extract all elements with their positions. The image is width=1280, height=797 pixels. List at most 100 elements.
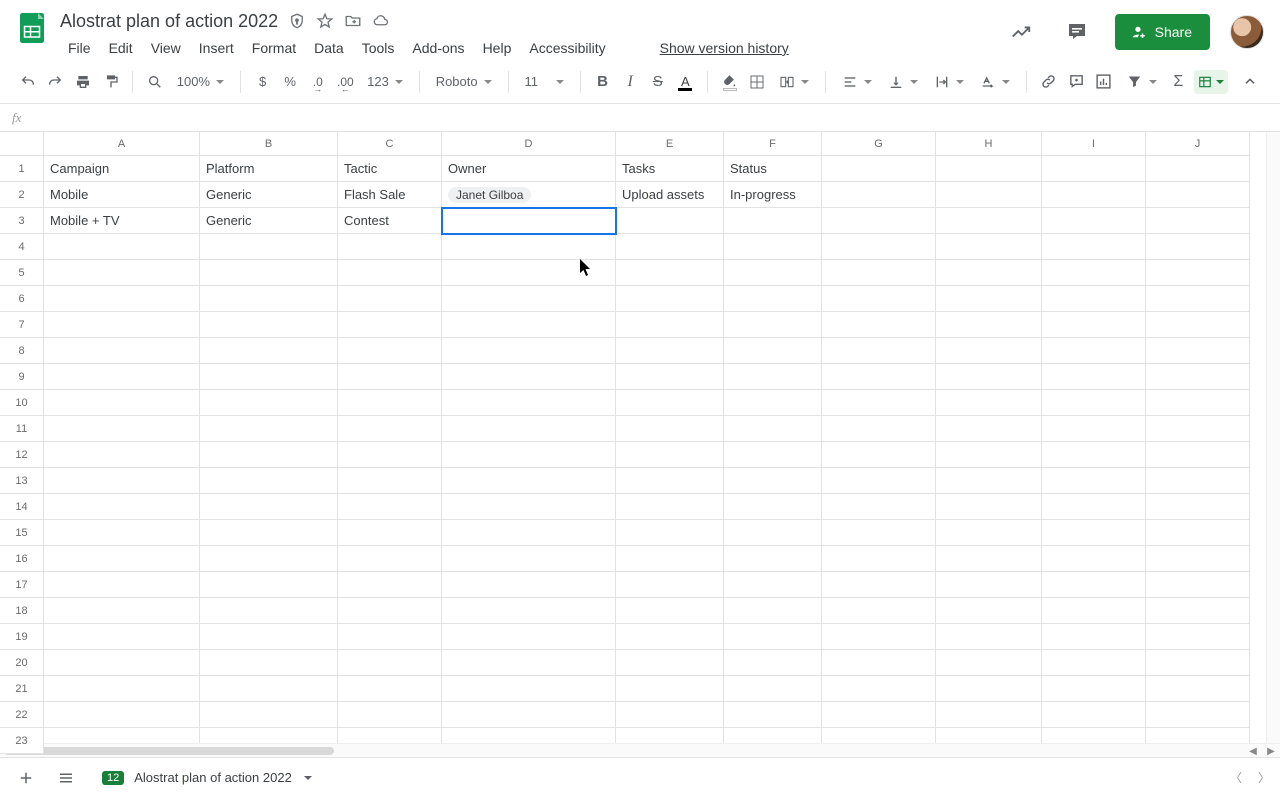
cell-J17[interactable] [1146, 572, 1250, 598]
account-avatar[interactable] [1230, 15, 1264, 49]
select-all-corner[interactable] [0, 132, 44, 156]
cell-A2[interactable]: Mobile [44, 182, 200, 208]
cell-I2[interactable] [1042, 182, 1146, 208]
doc-title[interactable]: Alostrat plan of action 2022 [60, 11, 278, 32]
cell-F22[interactable] [724, 702, 822, 728]
all-sheets-button[interactable] [50, 762, 82, 794]
cell-G2[interactable] [822, 182, 936, 208]
menu-insert[interactable]: Insert [191, 36, 242, 60]
cell-B16[interactable] [200, 546, 338, 572]
cell-F18[interactable] [724, 598, 822, 624]
row-header-18[interactable]: 18 [0, 598, 44, 624]
row-header-10[interactable]: 10 [0, 390, 44, 416]
cell-H7[interactable] [936, 312, 1042, 338]
cell-G15[interactable] [822, 520, 936, 546]
cell-I18[interactable] [1042, 598, 1146, 624]
zoom-select[interactable]: 100% [171, 74, 230, 89]
cell-D21[interactable] [442, 676, 616, 702]
cell-B15[interactable] [200, 520, 338, 546]
cell-H8[interactable] [936, 338, 1042, 364]
cell-B1[interactable]: Platform [200, 156, 338, 182]
cell-C11[interactable] [338, 416, 442, 442]
cell-J10[interactable] [1146, 390, 1250, 416]
cell-B20[interactable] [200, 650, 338, 676]
cell-J5[interactable] [1146, 260, 1250, 286]
cell-H5[interactable] [936, 260, 1042, 286]
cell-H22[interactable] [936, 702, 1042, 728]
cell-F19[interactable] [724, 624, 822, 650]
decrease-decimal-button[interactable]: .0→ [306, 68, 330, 96]
cell-C10[interactable] [338, 390, 442, 416]
cell-I13[interactable] [1042, 468, 1146, 494]
insert-link-button[interactable] [1037, 68, 1061, 96]
cell-B2[interactable]: Generic [200, 182, 338, 208]
column-header-J[interactable]: J [1146, 132, 1250, 156]
cell-A17[interactable] [44, 572, 200, 598]
cell-I8[interactable] [1042, 338, 1146, 364]
cell-B6[interactable] [200, 286, 338, 312]
cell-J7[interactable] [1146, 312, 1250, 338]
menu-edit[interactable]: Edit [101, 36, 141, 60]
cell-D17[interactable] [442, 572, 616, 598]
cell-J13[interactable] [1146, 468, 1250, 494]
cell-E10[interactable] [616, 390, 724, 416]
row-header-15[interactable]: 15 [0, 520, 44, 546]
cell-E22[interactable] [616, 702, 724, 728]
cell-A14[interactable] [44, 494, 200, 520]
column-header-F[interactable]: F [724, 132, 822, 156]
paint-format-button[interactable] [99, 68, 123, 96]
cell-E13[interactable] [616, 468, 724, 494]
cell-A11[interactable] [44, 416, 200, 442]
percent-button[interactable]: % [278, 68, 302, 96]
fill-color-button[interactable] [718, 68, 742, 96]
cell-E3[interactable] [616, 208, 724, 234]
cell-D14[interactable] [442, 494, 616, 520]
cell-G5[interactable] [822, 260, 936, 286]
cell-A18[interactable] [44, 598, 200, 624]
horizontal-scrollbar[interactable]: ◀▶ [0, 743, 1280, 757]
cell-B9[interactable] [200, 364, 338, 390]
cell-A19[interactable] [44, 624, 200, 650]
owner-chip[interactable]: Janet Gilboa [448, 187, 531, 203]
cell-G18[interactable] [822, 598, 936, 624]
vertical-align-button[interactable] [882, 74, 924, 90]
sheet-menu-caret[interactable] [304, 776, 312, 780]
cell-C21[interactable] [338, 676, 442, 702]
cell-G22[interactable] [822, 702, 936, 728]
column-header-B[interactable]: B [200, 132, 338, 156]
cell-C6[interactable] [338, 286, 442, 312]
cell-B17[interactable] [200, 572, 338, 598]
cell-D3[interactable] [442, 208, 616, 234]
cloud-saved-icon[interactable] [372, 12, 390, 30]
cell-B10[interactable] [200, 390, 338, 416]
cell-D16[interactable] [442, 546, 616, 572]
cell-E12[interactable] [616, 442, 724, 468]
cell-D20[interactable] [442, 650, 616, 676]
tab-scroll-right[interactable]: 〉 [1258, 769, 1270, 786]
menu-addons[interactable]: Add-ons [404, 36, 472, 60]
cell-F17[interactable] [724, 572, 822, 598]
cell-C13[interactable] [338, 468, 442, 494]
cell-J18[interactable] [1146, 598, 1250, 624]
increase-decimal-button[interactable]: .00← [334, 68, 358, 96]
filter-views-button[interactable] [1194, 70, 1228, 94]
cell-E16[interactable] [616, 546, 724, 572]
cell-D9[interactable] [442, 364, 616, 390]
cell-C19[interactable] [338, 624, 442, 650]
row-header-3[interactable]: 3 [0, 208, 44, 234]
cell-J16[interactable] [1146, 546, 1250, 572]
cell-D18[interactable] [442, 598, 616, 624]
cell-C20[interactable] [338, 650, 442, 676]
cell-A15[interactable] [44, 520, 200, 546]
cell-G7[interactable] [822, 312, 936, 338]
cell-E21[interactable] [616, 676, 724, 702]
print-button[interactable] [71, 68, 95, 96]
row-header-5[interactable]: 5 [0, 260, 44, 286]
create-filter-button[interactable] [1120, 73, 1163, 90]
cell-A3[interactable]: Mobile + TV [44, 208, 200, 234]
row-header-23[interactable]: 23 [0, 728, 44, 754]
cell-I19[interactable] [1042, 624, 1146, 650]
cell-G12[interactable] [822, 442, 936, 468]
cell-C22[interactable] [338, 702, 442, 728]
cell-G4[interactable] [822, 234, 936, 260]
